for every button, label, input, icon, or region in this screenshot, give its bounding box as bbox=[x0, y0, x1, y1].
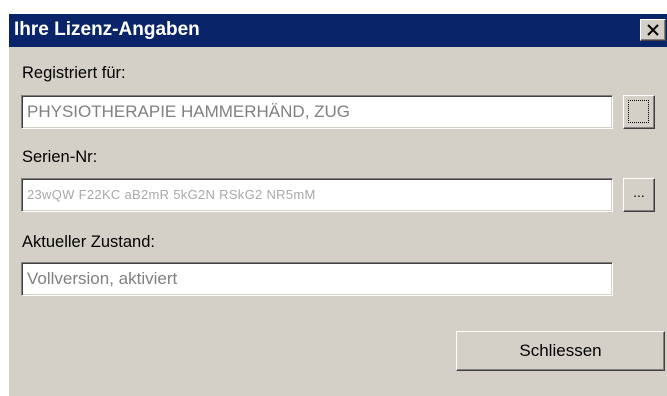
license-dialog: Ihre Lizenz-Angaben Registriert für: PHY… bbox=[8, 14, 667, 396]
registered-field[interactable]: PHYSIOTHERAPIE HAMMERHÄND, ZUG bbox=[21, 95, 613, 129]
status-field[interactable]: Vollversion, aktiviert bbox=[21, 262, 613, 296]
close-button[interactable]: Schliessen bbox=[456, 331, 665, 371]
title-close-button[interactable] bbox=[640, 19, 666, 41]
serial-browse-button[interactable]: ... bbox=[623, 178, 655, 212]
dialog-title: Ihre Lizenz-Angaben bbox=[14, 19, 200, 40]
serial-field[interactable]: 23wQW F22KC aB2mR 5kG2N RSkG2 NR5mM bbox=[21, 178, 613, 212]
close-icon bbox=[647, 24, 659, 36]
registered-label: Registriert für: bbox=[22, 64, 126, 82]
registered-browse-button[interactable] bbox=[623, 95, 655, 129]
focus-rectangle bbox=[628, 100, 649, 123]
title-bar[interactable]: Ihre Lizenz-Angaben bbox=[9, 14, 667, 47]
status-label: Aktueller Zustand: bbox=[22, 233, 155, 251]
serial-label: Serien-Nr: bbox=[22, 148, 98, 166]
